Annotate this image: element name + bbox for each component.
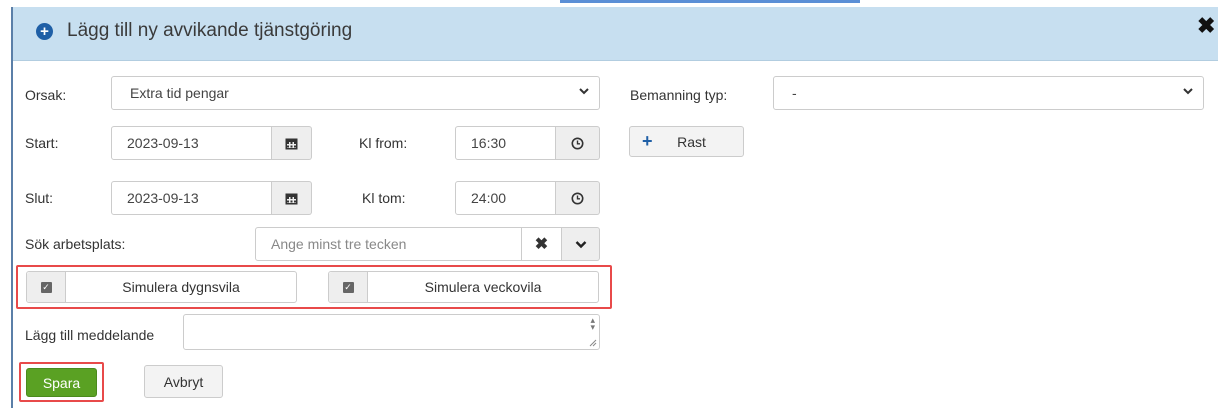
plus-icon: +: [642, 131, 653, 151]
chevron-down-icon: [1183, 88, 1193, 95]
orsak-label: Orsak:: [25, 87, 67, 103]
orsak-value: Extra tid pengar: [130, 85, 229, 101]
bemanning-label: Bemanning typ:: [630, 87, 728, 103]
dygnsvila-checkbox[interactable]: ✓: [27, 272, 66, 302]
clock-icon[interactable]: [556, 126, 600, 160]
chevron-down-icon: [579, 88, 589, 95]
arbetsplats-placeholder: Ange minst tre tecken: [271, 236, 407, 252]
kl-from-value: 16:30: [471, 135, 507, 151]
dialog-left-border: [11, 7, 13, 408]
plus-circle-icon: +: [36, 22, 53, 40]
simulera-veckovila-toggle[interactable]: ✓ Simulera veckovila: [328, 271, 599, 303]
slut-date-value: 2023-09-13: [127, 190, 199, 206]
veckovila-label: Simulera veckovila: [424, 279, 542, 295]
chevron-down-icon[interactable]: [562, 227, 600, 261]
save-button[interactable]: Spara: [26, 368, 97, 397]
arbetsplats-search-input[interactable]: Ange minst tre tecken: [255, 227, 522, 261]
dygnsvila-label: Simulera dygnsvila: [122, 279, 240, 295]
kl-from-label: Kl from:: [359, 135, 408, 151]
rast-label: Rast: [677, 133, 706, 150]
rast-button[interactable]: + Rast: [629, 126, 744, 157]
checkbox-checked-icon: ✓: [40, 281, 52, 293]
orsak-select[interactable]: Extra tid pengar: [111, 76, 600, 110]
arbetsplats-label: Sök arbetsplats:: [25, 236, 126, 252]
start-date-value: 2023-09-13: [127, 135, 199, 151]
kl-tom-input[interactable]: 24:00: [455, 181, 556, 215]
clear-icon[interactable]: ✖: [522, 227, 562, 261]
calendar-icon[interactable]: [272, 126, 312, 160]
meddelande-label: Lägg till meddelande: [25, 327, 155, 343]
top-edge: [0, 0, 1218, 7]
bemanning-value: -: [792, 85, 797, 101]
kl-tom-label: Kl tom:: [362, 190, 406, 206]
start-label: Start:: [25, 135, 59, 151]
dialog-title: + Lägg till ny avvikande tjänstgöring: [36, 20, 352, 42]
slut-date-input[interactable]: 2023-09-13: [111, 181, 272, 215]
meddelande-textarea[interactable]: ▴ ▾: [183, 314, 600, 350]
start-date-input[interactable]: 2023-09-13: [111, 126, 272, 160]
close-icon[interactable]: ✖: [1197, 13, 1215, 39]
spinner-icon: ▴ ▾: [590, 315, 595, 332]
simulera-dygnsvila-toggle[interactable]: ✓ Simulera dygnsvila: [26, 271, 297, 303]
cancel-button[interactable]: Avbryt: [144, 365, 223, 398]
dialog-title-text: Lägg till ny avvikande tjänstgöring: [67, 20, 353, 41]
checkbox-checked-icon: ✓: [342, 281, 354, 293]
calendar-icon[interactable]: [272, 181, 312, 215]
kl-from-input[interactable]: 16:30: [455, 126, 556, 160]
clock-icon[interactable]: [556, 181, 600, 215]
slut-label: Slut:: [25, 190, 54, 206]
kl-tom-value: 24:00: [471, 190, 507, 206]
bemanning-select[interactable]: -: [773, 76, 1204, 110]
veckovila-checkbox[interactable]: ✓: [329, 272, 368, 302]
resize-handle-icon[interactable]: [589, 339, 597, 347]
